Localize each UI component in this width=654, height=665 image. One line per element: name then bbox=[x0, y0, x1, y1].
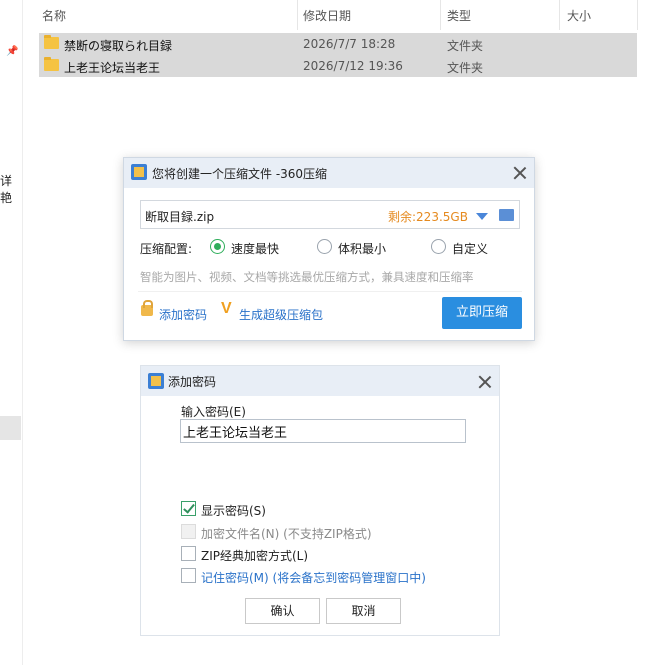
remember-password-label[interactable]: 记住密码(M) (将会备忘到密码管理窗口中) bbox=[201, 569, 426, 586]
side-pane-label[interactable]: 详艳 bbox=[0, 172, 22, 206]
password-input-label: 输入密码(E) bbox=[181, 405, 246, 419]
option-smallest-size-label[interactable]: 体积最小 bbox=[338, 240, 386, 257]
lock-icon[interactable] bbox=[141, 300, 153, 316]
divider bbox=[138, 291, 522, 292]
column-header: ^ 名称 修改日期 类型 大小 bbox=[39, 0, 639, 30]
side-pane-selected-item[interactable] bbox=[0, 416, 21, 440]
dropdown-arrow-icon[interactable] bbox=[476, 213, 488, 220]
column-divider[interactable] bbox=[559, 0, 560, 30]
compress-now-button[interactable]: 立即压缩 bbox=[442, 297, 522, 329]
zip-classic-encryption-label[interactable]: ZIP经典加密方式(L) bbox=[201, 547, 308, 564]
vip-v-icon[interactable]: V bbox=[221, 300, 232, 318]
compress-dialog: 您将创建一个压缩文件 -360压缩 断取目録.zip 剩余:223.5GB 压缩… bbox=[123, 157, 535, 341]
column-divider[interactable] bbox=[637, 0, 638, 30]
column-type[interactable]: 类型 bbox=[447, 7, 471, 24]
archive-path-field[interactable]: 断取目録.zip 剩余:223.5GB bbox=[140, 200, 520, 229]
cancel-button[interactable]: 取消 bbox=[326, 598, 401, 624]
file-row[interactable]: 上老王论坛当老王 2026/7/12 19:36 文件夹 bbox=[39, 55, 637, 77]
radio-smallest-size[interactable] bbox=[317, 239, 332, 254]
folder-icon bbox=[44, 57, 59, 71]
encrypt-filenames-checkbox bbox=[181, 524, 196, 539]
dialog-title: 您将创建一个压缩文件 -360压缩 bbox=[152, 167, 328, 181]
compress-config-label: 压缩配置: bbox=[140, 242, 193, 256]
file-name: 禁断の寝取られ目録 bbox=[64, 39, 173, 53]
super-pack-link[interactable]: 生成超级压缩包 bbox=[239, 306, 323, 323]
browse-folder-icon[interactable] bbox=[499, 209, 514, 221]
dialog-title-bar[interactable]: 添加密码 bbox=[141, 366, 499, 396]
add-password-dialog: 添加密码 输入密码(E) 显示密码(S) 加密文件名(N) (不支持ZIP格式)… bbox=[140, 365, 500, 636]
radio-custom[interactable] bbox=[431, 239, 446, 254]
close-icon[interactable] bbox=[512, 165, 528, 181]
remember-password-checkbox[interactable] bbox=[181, 568, 196, 583]
column-divider[interactable] bbox=[297, 0, 298, 30]
sort-ascending-icon: ^ bbox=[159, 0, 170, 8]
show-password-checkbox[interactable] bbox=[181, 501, 196, 516]
encrypt-filenames-label: 加密文件名(N) (不支持ZIP格式) bbox=[201, 527, 372, 541]
show-password-label[interactable]: 显示密码(S) bbox=[201, 502, 266, 519]
column-divider[interactable] bbox=[440, 0, 441, 30]
folder-icon bbox=[44, 35, 59, 49]
app-360zip-icon bbox=[131, 164, 147, 180]
radio-speed-fastest[interactable] bbox=[210, 239, 225, 254]
app-360zip-icon bbox=[148, 373, 164, 389]
file-type: 文件夹 bbox=[447, 61, 484, 75]
compress-hint-text: 智能为图片、视频、文档等挑选最优压缩方式，兼具速度和压缩率 bbox=[140, 270, 474, 284]
archive-file-name[interactable]: 断取目録.zip bbox=[145, 208, 214, 225]
pin-icon[interactable]: 📌 bbox=[6, 46, 18, 57]
close-icon[interactable] bbox=[477, 374, 493, 390]
file-type: 文件夹 bbox=[447, 39, 484, 53]
free-space-label: 剩余:223.5GB bbox=[388, 210, 468, 224]
zip-classic-encryption-checkbox[interactable] bbox=[181, 546, 196, 561]
file-modified: 2026/7/12 19:36 bbox=[303, 59, 403, 73]
option-custom-label[interactable]: 自定义 bbox=[452, 240, 488, 257]
confirm-button[interactable]: 确认 bbox=[245, 598, 320, 624]
dialog-title-bar[interactable]: 您将创建一个压缩文件 -360压缩 bbox=[124, 158, 534, 188]
add-password-link[interactable]: 添加密码 bbox=[159, 306, 207, 323]
column-size[interactable]: 大小 bbox=[567, 7, 591, 24]
column-modified[interactable]: 修改日期 bbox=[303, 7, 351, 24]
password-input[interactable] bbox=[180, 419, 466, 443]
navigation-pane: 📌 详艳 bbox=[0, 0, 23, 665]
option-speed-fastest-label[interactable]: 速度最快 bbox=[231, 240, 279, 257]
file-modified: 2026/7/7 18:28 bbox=[303, 37, 396, 51]
dialog-title: 添加密码 bbox=[168, 375, 217, 389]
column-name[interactable]: 名称 bbox=[42, 7, 66, 24]
file-name: 上老王论坛当老王 bbox=[64, 61, 161, 75]
file-row[interactable]: 禁断の寝取られ目録 2026/7/7 18:28 文件夹 bbox=[39, 33, 637, 55]
